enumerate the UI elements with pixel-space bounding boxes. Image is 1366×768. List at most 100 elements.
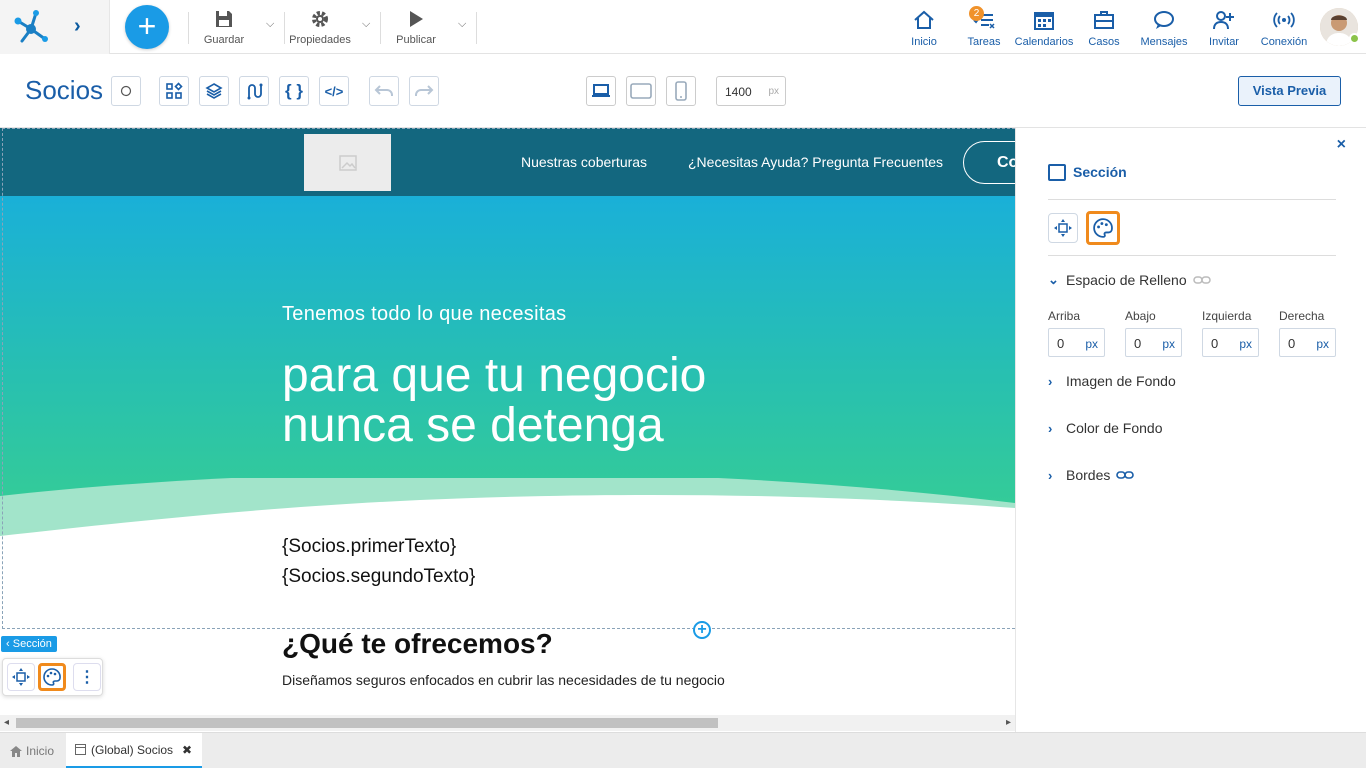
canvas-width-input[interactable]: 1400 px — [716, 76, 786, 106]
properties-button[interactable]: Propiedades — [288, 8, 352, 46]
close-panel-button[interactable]: × — [1337, 136, 1346, 154]
padding-right-label: Derecha — [1279, 309, 1325, 323]
hero-title-line: nunca se detenga — [282, 399, 664, 452]
undo-button[interactable] — [369, 76, 399, 106]
add-section-button[interactable]: + — [693, 621, 711, 639]
padding-bottom-input[interactable]: 0 px — [1125, 328, 1182, 357]
palette-icon — [1093, 218, 1113, 238]
tablet-icon — [630, 83, 652, 99]
move-arrows-icon — [12, 668, 30, 686]
scroll-right-icon[interactable]: ▸ — [1006, 717, 1011, 728]
properties-dropdown-icon[interactable]: ⌵ — [362, 18, 370, 31]
padding-accordion[interactable]: ⌄ Espacio de Relleno — [1048, 272, 1211, 288]
divider — [380, 12, 381, 44]
menu-link-coverages[interactable]: Nuestras coberturas — [521, 154, 647, 170]
menu-link-faq[interactable]: ¿Necesitas Ayuda? Pregunta Frecuentes — [688, 154, 943, 170]
background-color-title: Color de Fondo — [1066, 420, 1163, 436]
move-button[interactable] — [7, 663, 35, 691]
expand-chevron-icon[interactable]: › — [74, 15, 81, 38]
close-tab-icon[interactable]: ✖ — [182, 743, 192, 757]
more-vertical-icon: ⋮ — [79, 669, 95, 686]
chevron-right-icon: › — [1048, 373, 1053, 389]
panel-style-button[interactable] — [1086, 211, 1120, 245]
padding-top-value: 0 — [1057, 336, 1065, 351]
link-icon[interactable] — [1116, 470, 1135, 480]
contact-button[interactable]: Co — [963, 141, 1015, 184]
divider — [1048, 255, 1336, 256]
add-button[interactable]: + — [125, 5, 169, 49]
hero-title-line: para que tu negocio — [282, 349, 707, 402]
style-button[interactable] — [38, 663, 66, 691]
background-color-accordion[interactable]: › Color de Fondo — [1048, 420, 1163, 436]
components-icon — [166, 82, 183, 99]
save-dropdown-icon[interactable]: ⌵ — [266, 18, 274, 31]
panel-title: Sección — [1073, 164, 1127, 180]
variable-text-first[interactable]: {Socios.primerTexto} — [282, 536, 456, 558]
circle-toggle-button[interactable] — [111, 76, 141, 106]
background-image-accordion[interactable]: › Imagen de Fondo — [1048, 373, 1176, 389]
borders-accordion[interactable]: › Bordes — [1048, 467, 1135, 483]
more-options-button[interactable]: ⋮ — [73, 663, 101, 691]
circle-icon — [120, 85, 132, 97]
components-button[interactable] — [159, 76, 189, 106]
chevron-right-icon: › — [1048, 420, 1053, 436]
publish-dropdown-icon[interactable]: ⌵ — [458, 18, 466, 31]
link-icon[interactable] — [1192, 275, 1211, 285]
divider — [284, 12, 285, 44]
divider — [1048, 199, 1336, 200]
padding-bottom-unit: px — [1162, 337, 1175, 351]
app-logo-icon[interactable] — [12, 9, 50, 45]
routes-icon — [247, 83, 263, 100]
padding-top-unit: px — [1085, 337, 1098, 351]
desktop-view-button[interactable] — [586, 76, 616, 106]
section-tag[interactable]: ‹ Sección — [1, 636, 57, 652]
layers-button[interactable] — [199, 76, 229, 106]
laptop-icon — [592, 84, 610, 97]
padding-right-value: 0 — [1288, 336, 1296, 351]
variable-text-second[interactable]: {Socios.segundoTexto} — [282, 566, 475, 588]
section-checkbox-icon — [1048, 164, 1066, 181]
padding-right-input[interactable]: 0 px — [1279, 328, 1336, 357]
properties-label: Propiedades — [289, 34, 351, 46]
tablet-view-button[interactable] — [626, 76, 656, 106]
padding-bottom-label: Abajo — [1125, 309, 1156, 323]
code-button[interactable]: </> — [319, 76, 349, 106]
divider — [188, 12, 189, 44]
editor-toolbar: Socios { } </> 1400 px Vista Previa — [0, 55, 1366, 128]
logo-area: › — [0, 0, 110, 54]
tab-home[interactable]: Inicio — [10, 733, 54, 768]
background-image-title: Imagen de Fondo — [1066, 373, 1176, 389]
redo-button[interactable] — [409, 76, 439, 106]
horizontal-scrollbar[interactable]: ◂ ▸ — [0, 715, 1015, 731]
image-icon — [338, 154, 357, 171]
save-button[interactable]: Guardar — [200, 8, 248, 46]
panel-move-button[interactable] — [1048, 213, 1078, 243]
top-bar: › + Guardar ⌵ Propiedades ⌵ Publicar ⌵ I… — [0, 0, 1366, 54]
variables-button[interactable]: { } — [279, 76, 309, 106]
chevron-right-icon: › — [1048, 467, 1053, 483]
mobile-view-button[interactable] — [666, 76, 696, 106]
padding-left-value: 0 — [1211, 336, 1219, 351]
routes-button[interactable] — [239, 76, 269, 106]
mobile-icon — [675, 81, 687, 101]
braces-icon: { } — [285, 81, 303, 100]
nav-label: Conexión — [1260, 36, 1308, 48]
design-canvas[interactable]: Nuestras coberturas ¿Necesitas Ayuda? Pr… — [0, 128, 1015, 732]
hero-subtitle: Tenemos todo lo que necesitas — [282, 303, 567, 325]
preview-button[interactable]: Vista Previa — [1238, 76, 1341, 106]
publish-button[interactable]: Publicar — [392, 8, 440, 46]
scrollbar-thumb[interactable] — [16, 718, 718, 728]
scroll-left-icon[interactable]: ◂ — [4, 717, 9, 728]
tab-global-socios[interactable]: (Global) Socios ✖ — [66, 733, 202, 768]
site-header[interactable]: Nuestras coberturas ¿Necesitas Ayuda? Pr… — [0, 128, 1015, 196]
offer-subtitle[interactable]: Diseñamos seguros enfocados en cubrir la… — [282, 672, 725, 688]
padding-left-input[interactable]: 0 px — [1202, 328, 1259, 357]
properties-panel: × Sección ⌄ Espacio de Relleno Arriba Ab… — [1015, 128, 1366, 732]
padding-top-input[interactable]: 0 px — [1048, 328, 1105, 357]
palette-icon — [43, 668, 61, 686]
nav-connection[interactable]: Conexión — [1249, 8, 1319, 48]
offer-title[interactable]: ¿Qué te ofrecemos? — [282, 628, 553, 660]
image-placeholder[interactable] — [304, 134, 391, 191]
padding-left-unit: px — [1239, 337, 1252, 351]
home-icon — [10, 745, 22, 757]
